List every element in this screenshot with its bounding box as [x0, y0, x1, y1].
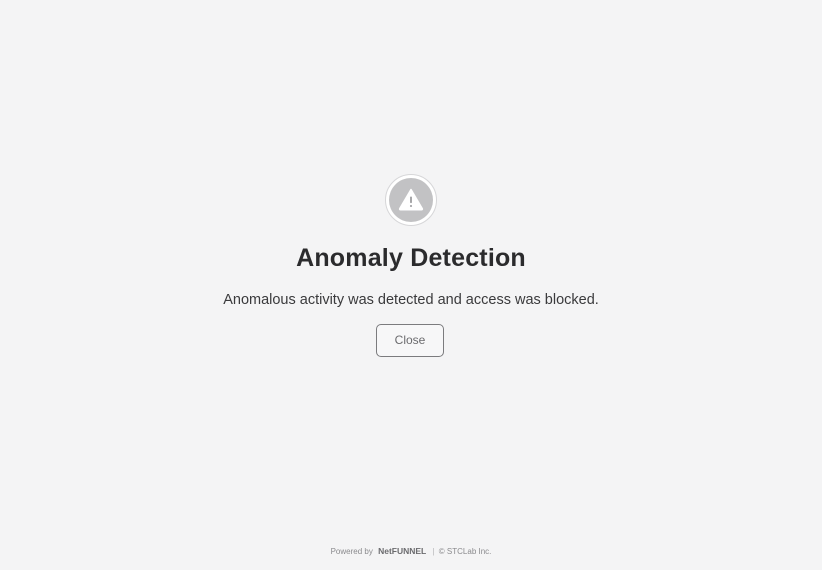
dialog-message: Anomalous activity was detected and acce… — [223, 292, 599, 308]
warning-badge — [385, 174, 437, 226]
powered-by-label: Powered by — [330, 547, 373, 556]
footer-separator: | — [432, 547, 435, 556]
footer: Powered by NetFUNNEL | © STCLab Inc. — [0, 545, 822, 558]
copyright-text: © STCLab Inc. — [438, 547, 492, 556]
anomaly-dialog: Anomaly Detection Anomalous activity was… — [0, 0, 822, 570]
close-button[interactable]: Close — [376, 324, 444, 357]
warning-triangle-icon — [389, 178, 433, 222]
brand-name: NetFUNNEL — [378, 546, 427, 556]
dialog-title: Anomaly Detection — [296, 244, 526, 272]
